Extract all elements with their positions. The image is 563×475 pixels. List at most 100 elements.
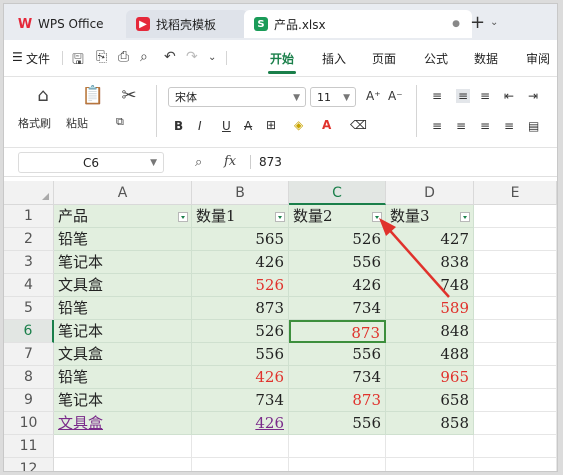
export-icon[interactable]: ⎘ xyxy=(96,49,107,65)
menu-data[interactable]: 数据 xyxy=(474,50,498,67)
bold-button[interactable]: B xyxy=(174,119,183,133)
tab-template[interactable]: ▶ 找稻壳模板 xyxy=(126,10,248,38)
font-color-icon[interactable]: A xyxy=(322,118,331,132)
print-preview-icon[interactable]: ⌕ xyxy=(140,49,148,65)
menu-review[interactable]: 审阅 xyxy=(526,50,550,67)
italic-button[interactable]: I xyxy=(198,119,202,133)
table-cell[interactable] xyxy=(474,274,557,297)
tab-file[interactable]: S 产品.xlsx ● xyxy=(244,10,472,38)
menu-home[interactable]: 开始 xyxy=(270,50,294,67)
select-all-corner[interactable] xyxy=(4,181,54,205)
chevron-down-icon[interactable]: ⌄ xyxy=(490,17,498,28)
align-center-icon[interactable]: ≡ xyxy=(456,119,466,133)
menu-icon[interactable]: ☰ xyxy=(12,50,23,64)
cut-icon[interactable]: ✂ xyxy=(116,85,142,106)
indent-decrease-icon[interactable]: ⇤ xyxy=(504,89,514,103)
indent-increase-icon[interactable]: ⇥ xyxy=(528,89,538,103)
table-cell[interactable]: 426 xyxy=(192,366,289,389)
unsaved-dot-icon[interactable]: ● xyxy=(452,19,460,29)
clear-format-icon[interactable]: ⌫ xyxy=(350,118,367,132)
table-cell[interactable] xyxy=(474,389,557,412)
new-tab-icon[interactable]: + xyxy=(470,14,485,32)
table-cell[interactable]: 565 xyxy=(192,228,289,251)
table-cell[interactable]: 589 xyxy=(386,297,474,320)
align-right-icon[interactable]: ≡ xyxy=(480,119,490,133)
table-cell[interactable] xyxy=(192,435,289,458)
column-header-b[interactable]: B xyxy=(192,181,289,205)
format-painter-label[interactable]: 格式刷 xyxy=(18,115,51,131)
table-cell[interactable]: 873 xyxy=(192,297,289,320)
wrap-text-icon[interactable]: ▤ xyxy=(528,119,539,133)
font-name-select[interactable]: 宋体 ▼ xyxy=(168,87,306,107)
table-cell[interactable]: 526 xyxy=(192,320,289,343)
table-cell[interactable]: 734 xyxy=(289,366,386,389)
row-header-5[interactable]: 5 xyxy=(4,297,54,320)
table-cell[interactable]: 526 xyxy=(192,274,289,297)
table-cell[interactable]: 556 xyxy=(289,251,386,274)
table-cell[interactable] xyxy=(474,366,557,389)
column-header-e[interactable]: E xyxy=(474,181,557,205)
table-cell[interactable]: 笔记本 xyxy=(54,251,192,274)
table-cell[interactable] xyxy=(474,251,557,274)
table-cell[interactable]: 426 xyxy=(289,274,386,297)
paste-icon[interactable]: 📋 xyxy=(80,85,106,106)
table-cell[interactable]: 734 xyxy=(192,389,289,412)
table-cell[interactable]: 556 xyxy=(192,343,289,366)
table-cell[interactable]: 427 xyxy=(386,228,474,251)
table-cell[interactable]: 838 xyxy=(386,251,474,274)
table-cell[interactable]: 笔记本 xyxy=(54,389,192,412)
border-icon[interactable]: ⊞ xyxy=(266,118,276,132)
table-cell[interactable]: 965 xyxy=(386,366,474,389)
table-cell[interactable] xyxy=(192,458,289,471)
justify-icon[interactable]: ≡ xyxy=(504,119,514,133)
row-header-8[interactable]: 8 xyxy=(4,366,54,389)
menu-formula[interactable]: 公式 xyxy=(424,50,448,67)
row-header-7[interactable]: 7 xyxy=(4,343,54,366)
table-cell[interactable]: 873 xyxy=(289,389,386,412)
table-cell[interactable]: 文具盒 xyxy=(54,412,192,435)
row-header-9[interactable]: 9 xyxy=(4,389,54,412)
row-header-6[interactable]: 6 xyxy=(4,320,54,343)
shrink-font-button[interactable]: A⁻ xyxy=(388,89,403,103)
table-cell[interactable] xyxy=(474,297,557,320)
table-cell[interactable]: 铅笔 xyxy=(54,297,192,320)
table-cell[interactable]: 848 xyxy=(386,320,474,343)
table-cell[interactable]: 873 xyxy=(289,320,386,343)
fx-icon[interactable]: fx xyxy=(224,154,236,169)
filter-dropdown-icon[interactable] xyxy=(460,212,470,222)
row-header-11[interactable]: 11 xyxy=(4,435,54,458)
table-cell[interactable] xyxy=(386,458,474,471)
zoom-lookup-icon[interactable]: ⌕ xyxy=(195,155,202,170)
table-cell[interactable] xyxy=(474,343,557,366)
formula-input[interactable]: 873 xyxy=(250,155,282,169)
row-header-3[interactable]: 3 xyxy=(4,251,54,274)
print-icon[interactable]: ⎙ xyxy=(118,49,129,65)
column-header-c[interactable]: C xyxy=(289,181,386,205)
table-cell[interactable]: 笔记本 xyxy=(54,320,192,343)
menu-page[interactable]: 页面 xyxy=(372,50,396,67)
font-size-select[interactable]: 11 ▼ xyxy=(310,87,356,107)
table-cell[interactable]: 526 xyxy=(289,228,386,251)
table-cell[interactable]: 748 xyxy=(386,274,474,297)
filter-dropdown-icon[interactable] xyxy=(275,212,285,222)
table-cell[interactable]: 铅笔 xyxy=(54,366,192,389)
row-header-1[interactable]: 1 xyxy=(4,205,54,228)
redo-icon[interactable]: ↷ xyxy=(186,49,198,65)
undo-icon[interactable]: ↶ xyxy=(164,49,176,65)
table-cell[interactable] xyxy=(474,435,557,458)
table-cell[interactable]: 858 xyxy=(386,412,474,435)
table-cell[interactable] xyxy=(474,458,557,471)
table-cell[interactable]: 556 xyxy=(289,343,386,366)
table-cell[interactable]: 铅笔 xyxy=(54,228,192,251)
table-cell[interactable] xyxy=(474,228,557,251)
table-cell[interactable] xyxy=(474,412,557,435)
table-cell[interactable]: 426 xyxy=(192,412,289,435)
filter-dropdown-icon[interactable] xyxy=(372,212,382,222)
row-header-4[interactable]: 4 xyxy=(4,274,54,297)
align-left-icon[interactable]: ≡ xyxy=(432,119,442,133)
menu-file[interactable]: 文件 xyxy=(26,50,50,67)
align-middle-icon[interactable]: ≡ xyxy=(456,89,471,103)
header-cell[interactable]: 产品 xyxy=(54,205,192,228)
table-cell[interactable] xyxy=(54,435,192,458)
table-cell[interactable]: 文具盒 xyxy=(54,274,192,297)
